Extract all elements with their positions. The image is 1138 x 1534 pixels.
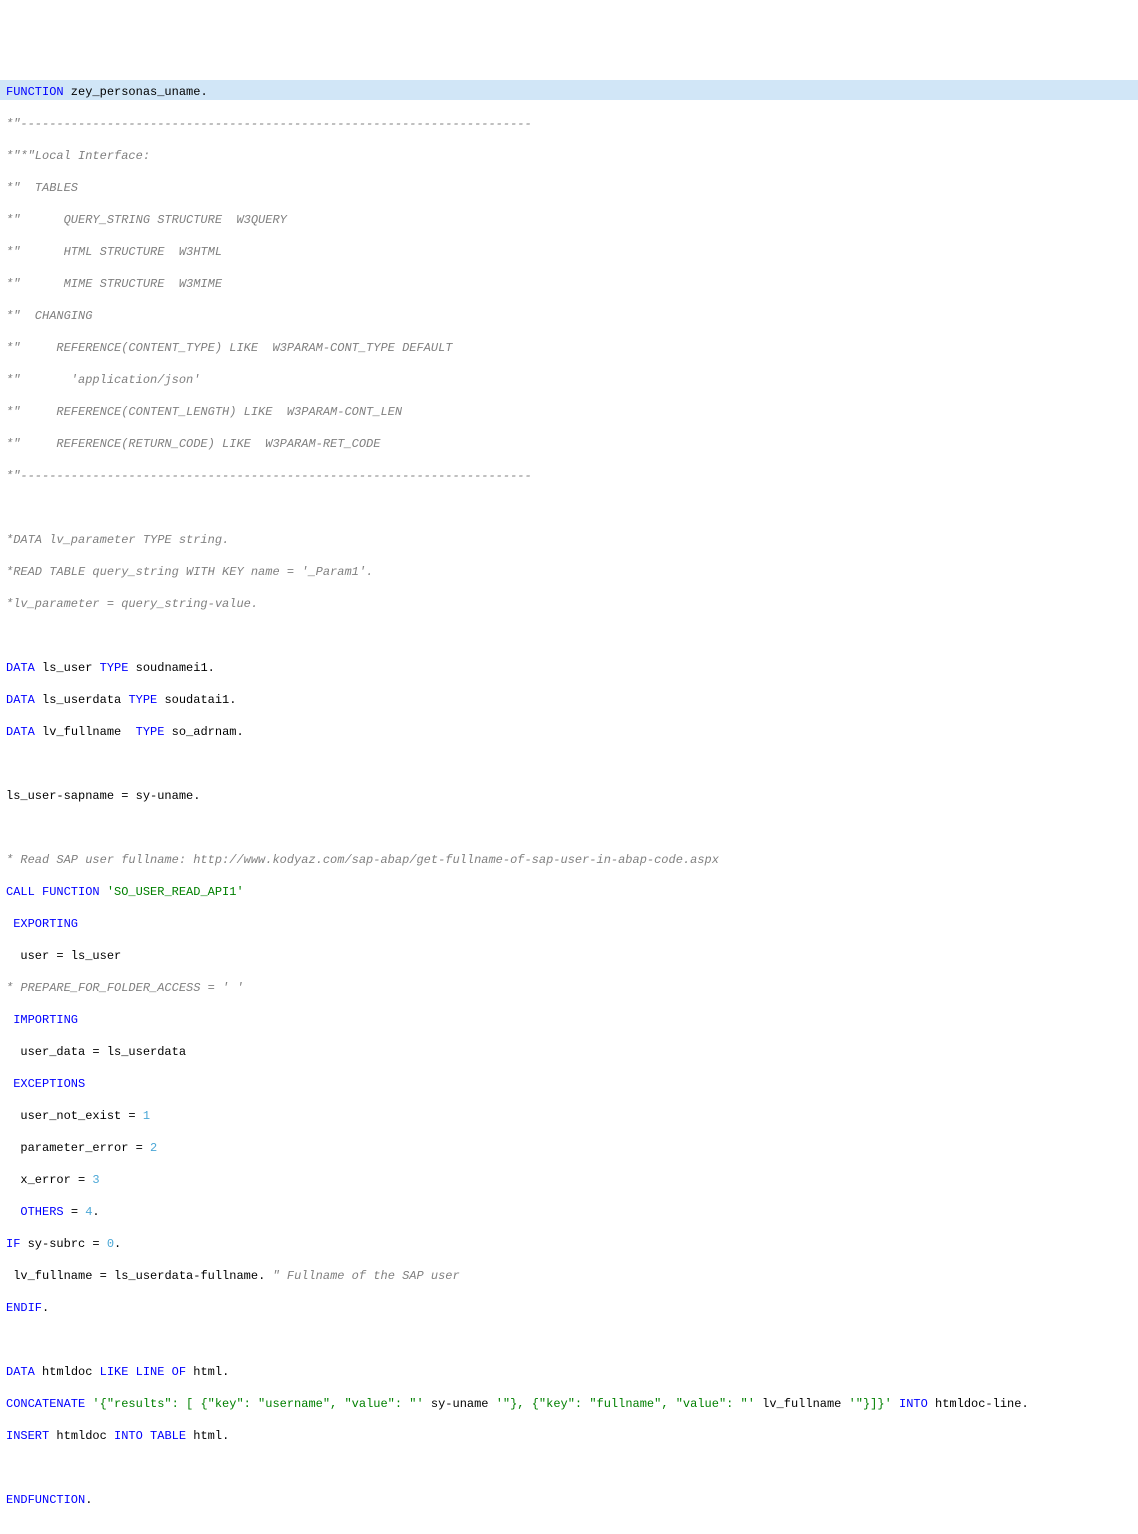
code-line-15: *DATA lv_parameter TYPE string. [6,532,1132,548]
code-line-8: *" CHANGING [6,308,1132,324]
code-line-39: ENDIF. [6,1300,1132,1316]
code-line-10: *" 'application/json' [6,372,1132,388]
code-line-38: lv_fullname = ls_userdata-fullname. " Fu… [6,1268,1132,1284]
code-line-24 [6,820,1132,836]
code-line-26: CALL FUNCTION 'SO_USER_READ_API1' [6,884,1132,900]
code-line-37: IF sy-subrc = 0. [6,1236,1132,1252]
code-line-34: parameter_error = 2 [6,1140,1132,1156]
code-line-5: *" QUERY_STRING STRUCTURE W3QUERY [6,212,1132,228]
code-line-41: DATA htmldoc LIKE LINE OF html. [6,1364,1132,1380]
code-line-9: *" REFERENCE(CONTENT_TYPE) LIKE W3PARAM-… [6,340,1132,356]
code-line-42: CONCATENATE '{"results": [ {"key": "user… [6,1396,1132,1412]
code-line-22 [6,756,1132,772]
code-line-7: *" MIME STRUCTURE W3MIME [6,276,1132,292]
code-line-12: *" REFERENCE(RETURN_CODE) LIKE W3PARAM-R… [6,436,1132,452]
code-line-20: DATA ls_userdata TYPE soudatai1. [6,692,1132,708]
code-line-11: *" REFERENCE(CONTENT_LENGTH) LIKE W3PARA… [6,404,1132,420]
code-line-28: user = ls_user [6,948,1132,964]
code-line-16: *READ TABLE query_string WITH KEY name =… [6,564,1132,580]
code-line-14 [6,500,1132,516]
code-line-36: OTHERS = 4. [6,1204,1132,1220]
code-line-23: ls_user-sapname = sy-uname. [6,788,1132,804]
keyword-function: FUNCTION [6,85,64,99]
code-line-33: user_not_exist = 1 [6,1108,1132,1124]
code-line-17: *lv_parameter = query_string-value. [6,596,1132,612]
code-line-18 [6,628,1132,644]
code-line-45: ENDFUNCTION. [6,1492,1132,1508]
abap-code-editor[interactable]: FUNCTION zey_personas_uname. *"---------… [0,64,1138,1528]
code-line-1: FUNCTION zey_personas_uname. [0,80,1138,100]
code-line-44 [6,1460,1132,1476]
code-line-2: *"--------------------------------------… [6,116,1132,132]
code-line-3: *"*"Local Interface: [6,148,1132,164]
code-line-13: *"--------------------------------------… [6,468,1132,484]
code-line-35: x_error = 3 [6,1172,1132,1188]
code-line-43: INSERT htmldoc INTO TABLE html. [6,1428,1132,1444]
code-line-21: DATA lv_fullname TYPE so_adrnam. [6,724,1132,740]
code-line-32: EXCEPTIONS [6,1076,1132,1092]
code-line-4: *" TABLES [6,180,1132,196]
code-line-25: * Read SAP user fullname: http://www.kod… [6,852,1132,868]
code-line-31: user_data = ls_userdata [6,1044,1132,1060]
code-line-27: EXPORTING [6,916,1132,932]
code-line-29: * PREPARE_FOR_FOLDER_ACCESS = ' ' [6,980,1132,996]
code-line-6: *" HTML STRUCTURE W3HTML [6,244,1132,260]
code-line-19: DATA ls_user TYPE soudnamei1. [6,660,1132,676]
code-line-30: IMPORTING [6,1012,1132,1028]
code-line-40 [6,1332,1132,1348]
